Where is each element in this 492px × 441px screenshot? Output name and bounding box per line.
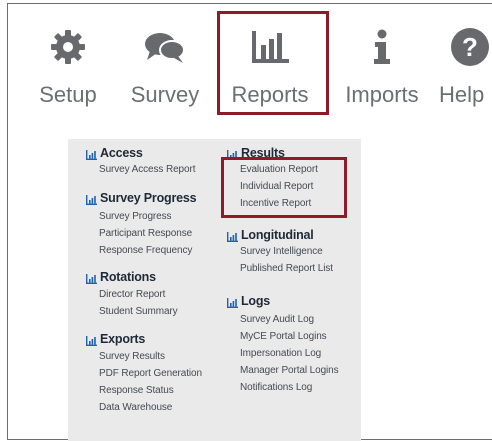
results-highlight-box — [221, 157, 347, 218]
reports-highlight-box — [217, 11, 329, 115]
menu-section-rotations: Rotations — [86, 270, 156, 284]
nav-label-help: Help — [439, 82, 485, 107]
nav-help[interactable]: ? Help — [436, 4, 492, 132]
menu-link-published-report-list[interactable]: Published Report List — [240, 263, 333, 274]
nav-label-imports: Imports — [345, 82, 419, 107]
nav-imports[interactable]: Imports — [331, 4, 433, 132]
menu-link-response-status[interactable]: Response Status — [99, 385, 174, 396]
nav-setup[interactable]: Setup — [26, 4, 110, 132]
menu-section-title: Access — [100, 146, 143, 160]
menu-section-exports: Exports — [86, 332, 145, 346]
bar-chart-icon — [227, 231, 238, 242]
bar-chart-icon — [227, 297, 238, 308]
menu-link-data-warehouse[interactable]: Data Warehouse — [99, 402, 172, 413]
bar-chart-icon — [86, 273, 97, 284]
menu-link-pdf-report-generation[interactable]: PDF Report Generation — [99, 368, 202, 379]
menu-link-response-frequency[interactable]: Response Frequency — [99, 245, 192, 256]
menu-link-survey-results[interactable]: Survey Results — [99, 351, 165, 362]
gear-icon — [26, 28, 110, 66]
nav-survey[interactable]: Survey — [118, 4, 212, 132]
menu-link-survey-access-report[interactable]: Survey Access Report — [99, 164, 195, 175]
menu-link-myce-portal-logins[interactable]: MyCE Portal Logins — [240, 331, 327, 342]
svg-text:?: ? — [462, 32, 478, 62]
app-frame: Setup Survey Reports Imports ? Help Acce… — [7, 3, 492, 441]
bar-chart-icon — [86, 335, 97, 346]
menu-section-longitudinal: Longitudinal — [227, 228, 314, 242]
menu-section-survey-progress: Survey Progress — [86, 191, 197, 205]
menu-link-student-summary[interactable]: Student Summary — [99, 306, 178, 317]
nav-label-survey: Survey — [130, 82, 200, 107]
nav-label-setup: Setup — [39, 82, 97, 107]
chat-bubbles-icon — [118, 28, 212, 66]
menu-link-manager-portal-logins[interactable]: Manager Portal Logins — [240, 365, 339, 376]
menu-link-participant-response[interactable]: Participant Response — [99, 228, 192, 239]
menu-link-survey-progress[interactable]: Survey Progress — [99, 211, 172, 222]
menu-section-title: Rotations — [100, 270, 156, 284]
menu-section-access: Access — [86, 146, 143, 160]
menu-link-impersonation-log[interactable]: Impersonation Log — [240, 348, 321, 359]
menu-section-title: Logs — [241, 294, 271, 308]
menu-section-title: Longitudinal — [241, 228, 314, 242]
menu-section-logs: Logs — [227, 294, 270, 308]
question-circle-icon: ? — [450, 28, 492, 66]
menu-link-director-report[interactable]: Director Report — [99, 289, 165, 300]
menu-section-title: Exports — [100, 332, 146, 346]
info-icon — [331, 28, 433, 66]
bar-chart-icon — [86, 149, 97, 160]
menu-link-notifications-log[interactable]: Notifications Log — [240, 382, 312, 393]
menu-link-survey-intelligence[interactable]: Survey Intelligence — [240, 246, 323, 257]
menu-section-title: Survey Progress — [100, 191, 197, 205]
bar-chart-icon — [86, 194, 97, 205]
menu-link-survey-audit-log[interactable]: Survey Audit Log — [240, 314, 314, 325]
